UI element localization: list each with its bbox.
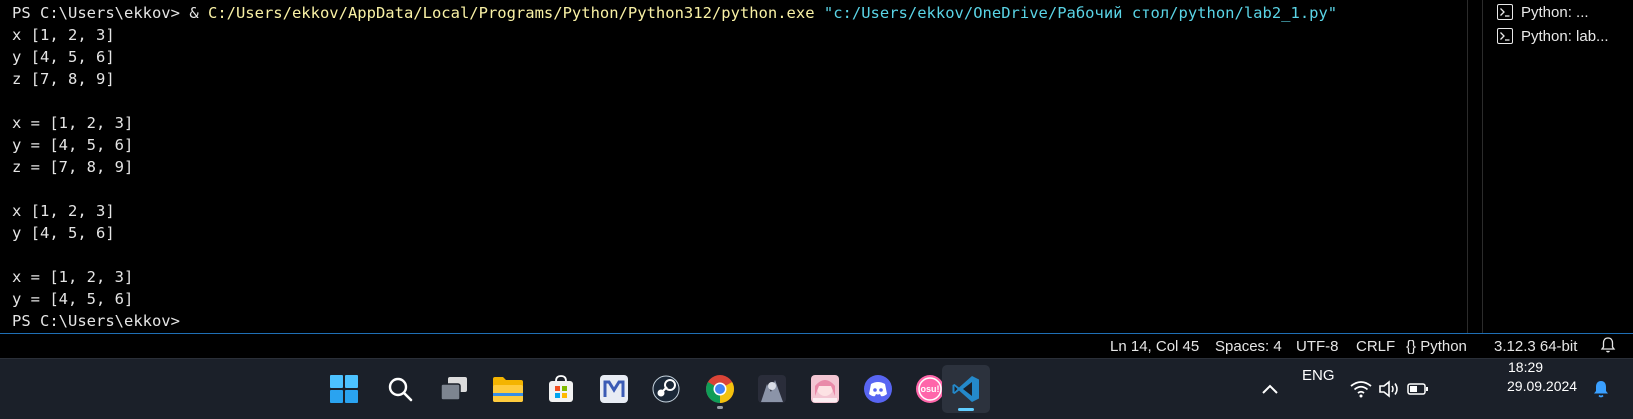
- clock-date[interactable]: 29.09.2024: [1507, 376, 1577, 396]
- python-interpreter[interactable]: 3.12.3 64-bit: [1494, 337, 1577, 356]
- m-app-button[interactable]: [594, 369, 634, 409]
- terminal-script-arg: "c:/Users/ekkov/OneDrive/Рабочий стол/py…: [814, 4, 1338, 22]
- wifi-status[interactable]: [1348, 369, 1374, 409]
- terminal-tab-1[interactable]: Python: ...: [1497, 0, 1589, 24]
- m-app-icon: [600, 375, 628, 403]
- language-label: Python: [1420, 338, 1467, 355]
- task-view-icon: [440, 377, 467, 401]
- windows-start-button[interactable]: [324, 369, 364, 409]
- chevron-up-icon: [1262, 384, 1278, 394]
- terminal-icon: [1497, 4, 1513, 20]
- vscode-icon: [952, 376, 979, 402]
- terminal-line: z [7, 8, 9]: [12, 70, 115, 88]
- language-mode[interactable]: {} Python: [1406, 337, 1467, 356]
- terminal-line: z = [7, 8, 9]: [12, 158, 134, 176]
- search-icon: [388, 377, 413, 402]
- store-icon: [549, 375, 573, 402]
- eol-setting[interactable]: CRLF: [1356, 337, 1395, 356]
- chrome-button[interactable]: [700, 369, 740, 409]
- terminal-line: y [4, 5, 6]: [12, 48, 115, 66]
- terminal-output: PS C:\Users\ekkov> & C:/Users/ekkov/AppD…: [12, 2, 1337, 332]
- status-bar: Ln 14, Col 45 Spaces: 4 UTF-8 CRLF {} Py…: [0, 333, 1633, 358]
- discord-button[interactable]: [858, 369, 898, 409]
- terminal-call-operator: &: [189, 4, 208, 22]
- running-indicator: [717, 406, 723, 409]
- terminal-tab-2[interactable]: Python: lab...: [1497, 24, 1609, 48]
- steam-button[interactable]: [646, 369, 686, 409]
- anime-thumbnail-icon: [811, 375, 839, 403]
- terminal-line: x = [1, 2, 3]: [12, 114, 134, 132]
- terminal-prompt: PS C:\Users\ekkov>: [12, 4, 190, 22]
- file-explorer-button[interactable]: [488, 369, 528, 409]
- terminal-line: y = [4, 5, 6]: [12, 290, 134, 308]
- terminal-scrollbar[interactable]: [1467, 0, 1483, 333]
- game-app-button[interactable]: [752, 369, 792, 409]
- discord-icon: [864, 375, 892, 403]
- search-button[interactable]: [380, 369, 420, 409]
- indentation-setting[interactable]: Spaces: 4: [1215, 337, 1282, 356]
- volume-status[interactable]: [1376, 369, 1402, 409]
- terminal-command-line: PS C:\Users\ekkov> & C:/Users/ekkov/AppD…: [12, 2, 1337, 24]
- chrome-icon: [706, 375, 734, 403]
- terminal-tab-label: Python: lab...: [1521, 27, 1609, 45]
- terminal-prompt-line: PS C:\Users\ekkov>: [12, 312, 180, 330]
- input-language[interactable]: ENG: [1302, 367, 1335, 384]
- windows-taskbar: osu! ENG 18:29 29.09.2024: [0, 358, 1633, 419]
- terminal-line: x [1, 2, 3]: [12, 202, 115, 220]
- braces-icon: {}: [1406, 338, 1417, 355]
- windows-start-icon: [330, 375, 358, 403]
- microsoft-store-button[interactable]: [541, 369, 581, 409]
- active-window-indicator: [958, 408, 974, 411]
- terminal-tab-label: Python: ...: [1521, 3, 1589, 21]
- terminal-tabs-list: Python: ... Python: lab...: [1483, 0, 1633, 333]
- vscode-button[interactable]: [942, 365, 990, 413]
- encoding-setting[interactable]: UTF-8: [1296, 337, 1339, 356]
- notification-bell-icon: [1594, 381, 1608, 398]
- steam-icon: [652, 375, 680, 403]
- task-view-button[interactable]: [434, 369, 474, 409]
- game-thumbnail-icon: [758, 375, 786, 403]
- wifi-icon: [1350, 381, 1372, 398]
- terminal-panel[interactable]: PS C:\Users\ekkov> & C:/Users/ekkov/AppD…: [0, 0, 1482, 333]
- clock-time[interactable]: 18:29: [1508, 357, 1543, 377]
- battery-icon: [1407, 383, 1428, 395]
- battery-status[interactable]: [1404, 369, 1432, 409]
- notifications-button[interactable]: [1588, 369, 1614, 409]
- cursor-position[interactable]: Ln 14, Col 45: [1110, 337, 1199, 356]
- bell-icon[interactable]: [1600, 336, 1616, 359]
- speaker-icon: [1379, 380, 1398, 398]
- terminal-icon: [1497, 28, 1513, 44]
- terminal-exe-path: C:/Users/ekkov/AppData/Local/Programs/Py…: [207, 4, 815, 22]
- terminal-line: y = [4, 5, 6]: [12, 136, 134, 154]
- anime-app-button[interactable]: [805, 369, 845, 409]
- folder-icon: [493, 377, 523, 402]
- osu-label: osu!: [920, 384, 940, 394]
- terminal-line: x [1, 2, 3]: [12, 26, 115, 44]
- terminal-line: x = [1, 2, 3]: [12, 268, 134, 286]
- terminal-line: y [4, 5, 6]: [12, 224, 115, 242]
- tray-overflow-button[interactable]: [1252, 369, 1288, 409]
